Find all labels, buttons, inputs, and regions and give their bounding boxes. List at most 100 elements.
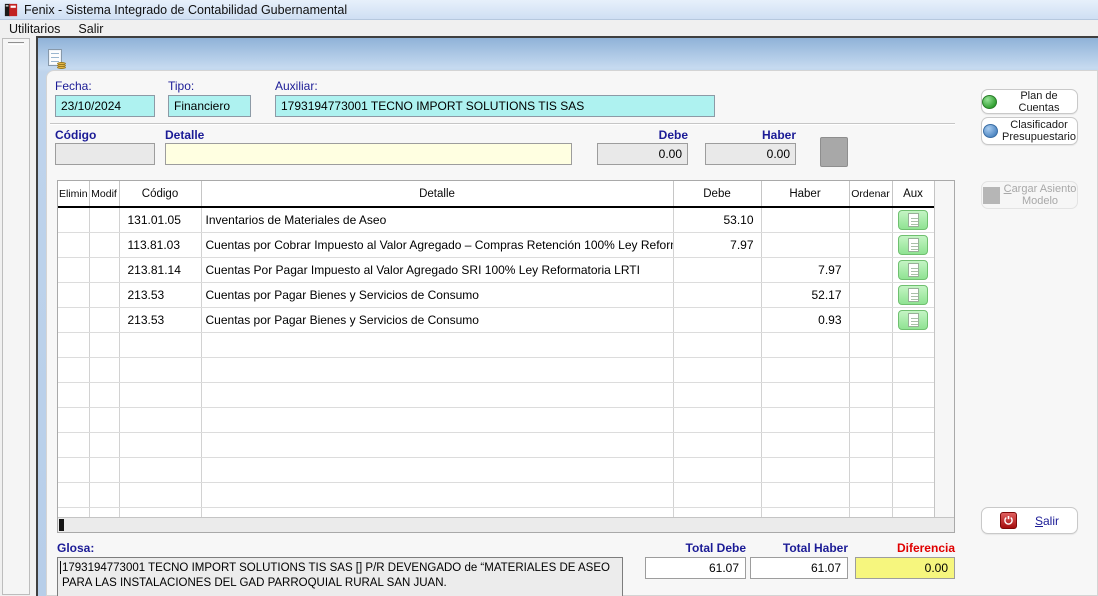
cell-ordenar — [849, 432, 892, 457]
cell-ordenar — [849, 282, 892, 307]
diferencia-label: Diferencia — [855, 541, 955, 555]
cell-detalle: Cuentas Por Pagar Impuesto al Valor Agre… — [201, 257, 673, 282]
cell-haber: 52.17 — [761, 282, 849, 307]
window-title-bar: Fenix - Sistema Integrado de Contabilida… — [0, 0, 1098, 20]
haber-label: Haber — [705, 128, 796, 142]
cell-detalle — [201, 432, 673, 457]
cell-codigo: 131.01.05 — [119, 207, 201, 232]
cell-modif — [89, 507, 119, 517]
cell-ordenar — [849, 507, 892, 517]
plan-de-cuentas-button[interactable]: Plan de Cuentas — [981, 89, 1078, 114]
text-caret — [60, 561, 61, 574]
table-row-empty — [58, 407, 934, 432]
detalle-input[interactable] — [165, 143, 572, 165]
auxiliar-field[interactable]: 1793194773001 TECNO IMPORT SOLUTIONS TIS… — [275, 95, 715, 117]
window-title: Fenix - Sistema Integrado de Contabilida… — [24, 3, 347, 17]
cell-haber — [761, 432, 849, 457]
cell-elimin — [58, 207, 89, 232]
gray-square-icon — [983, 187, 1000, 204]
cell-haber — [761, 207, 849, 232]
cell-modif — [89, 407, 119, 432]
cell-aux — [892, 432, 934, 457]
cell-aux — [892, 482, 934, 507]
table-row[interactable]: 213.81.14Cuentas Por Pagar Impuesto al V… — [58, 257, 934, 282]
grid-vertical-scrollbar[interactable] — [934, 181, 954, 517]
cell-elimin — [58, 382, 89, 407]
clasificador-presupuestario-button[interactable]: Clasificador Presupuestario — [981, 117, 1078, 145]
cell-elimin — [58, 407, 89, 432]
cell-codigo: 213.53 — [119, 282, 201, 307]
table-row[interactable]: 131.01.05Inventarios de Materiales de As… — [58, 207, 934, 232]
table-row-empty — [58, 332, 934, 357]
fecha-field[interactable]: 23/10/2024 — [55, 95, 155, 117]
cell-haber — [761, 357, 849, 382]
cell-modif — [89, 232, 119, 257]
cell-ordenar — [849, 457, 892, 482]
cell-haber — [761, 407, 849, 432]
cell-ordenar — [849, 357, 892, 382]
total-haber-label: Total Haber — [750, 541, 848, 555]
cell-codigo: 213.81.14 — [119, 257, 201, 282]
cell-aux — [892, 257, 934, 282]
table-row[interactable]: 113.81.03Cuentas por Cobrar Impuesto al … — [58, 232, 934, 257]
col-header-haber: Haber — [761, 181, 849, 207]
cell-modif — [89, 457, 119, 482]
table-row-empty — [58, 507, 934, 517]
cell-debe: 7.97 — [673, 232, 761, 257]
tipo-field[interactable]: Financiero — [168, 95, 251, 117]
menu-bar: Utilitarios Salir — [0, 20, 1098, 37]
cell-haber — [761, 382, 849, 407]
cargar-asiento-modelo-button: Cargar Asiento Modelo — [981, 181, 1078, 209]
cell-aux — [892, 457, 934, 482]
scrollbar-thumb[interactable] — [59, 519, 64, 531]
glosa-textarea[interactable]: 1793194773001 TECNO IMPORT SOLUTIONS TIS… — [57, 557, 623, 596]
aux-button[interactable] — [898, 210, 928, 230]
cell-debe — [673, 457, 761, 482]
cell-debe: 53.10 — [673, 207, 761, 232]
app-icon — [4, 3, 18, 17]
aux-button[interactable] — [898, 310, 928, 330]
salir-button[interactable]: Salir — [981, 507, 1078, 534]
grid-body: 131.01.05Inventarios de Materiales de As… — [58, 207, 934, 517]
cell-codigo — [119, 332, 201, 357]
cell-aux — [892, 332, 934, 357]
panel-grip-handle[interactable] — [8, 42, 24, 45]
glosa-label: Glosa: — [57, 541, 94, 555]
table-row[interactable]: 213.53Cuentas por Pagar Bienes y Servici… — [58, 282, 934, 307]
cell-ordenar — [849, 257, 892, 282]
left-collapsed-panel[interactable] — [2, 38, 30, 595]
cargar-asiento-label: Cargar Asiento Modelo — [1004, 183, 1077, 207]
cell-modif — [89, 432, 119, 457]
add-entry-button[interactable] — [820, 137, 848, 167]
fecha-label: Fecha: — [55, 79, 92, 93]
cell-aux — [892, 407, 934, 432]
tipo-label: Tipo: — [168, 79, 194, 93]
cell-aux — [892, 382, 934, 407]
aux-button[interactable] — [898, 260, 928, 280]
cell-haber — [761, 507, 849, 517]
total-debe-field: 61.07 — [645, 557, 746, 579]
grid-horizontal-scrollbar[interactable] — [58, 517, 954, 532]
cell-modif — [89, 357, 119, 382]
aux-button[interactable] — [898, 235, 928, 255]
debe-input[interactable]: 0.00 — [597, 143, 688, 165]
cell-haber: 0.93 — [761, 307, 849, 332]
cell-debe — [673, 332, 761, 357]
col-header-codigo: Código — [119, 181, 201, 207]
codigo-label: Código — [55, 128, 96, 142]
aux-button[interactable] — [898, 285, 928, 305]
menu-item-utilitarios[interactable]: Utilitarios — [0, 21, 69, 37]
accounting-document-icon[interactable] — [47, 49, 67, 69]
blue-sphere-icon — [983, 124, 998, 138]
codigo-input[interactable] — [55, 143, 155, 165]
cell-detalle — [201, 407, 673, 432]
table-row-empty — [58, 482, 934, 507]
menu-item-salir[interactable]: Salir — [69, 21, 112, 37]
cell-elimin — [58, 357, 89, 382]
grid-header-row: Elimin Modif Código Detalle Debe Haber O… — [58, 181, 934, 207]
salir-label: Salir — [1035, 515, 1059, 527]
table-row[interactable]: 213.53Cuentas por Pagar Bienes y Servici… — [58, 307, 934, 332]
cell-aux — [892, 282, 934, 307]
cell-debe — [673, 507, 761, 517]
haber-input[interactable]: 0.00 — [705, 143, 796, 165]
